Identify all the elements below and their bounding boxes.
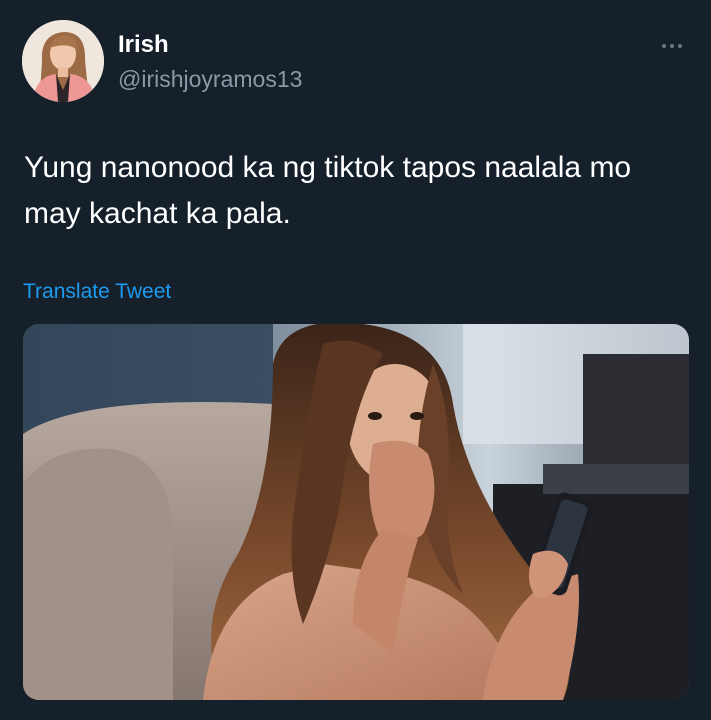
more-horizontal-icon <box>662 44 666 48</box>
tweet-text: Yung nanonood ka ng tiktok tapos naalala… <box>24 151 632 230</box>
media-photo <box>23 324 689 700</box>
user-handle[interactable]: @irishjoyramos13 <box>118 66 302 93</box>
more-horizontal-icon <box>678 44 682 48</box>
more-horizontal-icon <box>670 44 674 48</box>
translate-tweet-link[interactable]: Translate Tweet <box>23 280 171 304</box>
avatar[interactable] <box>22 20 104 102</box>
tweet-card: Irish @irishjoyramos13 Yung nanonood ka … <box>0 0 711 720</box>
display-name[interactable]: Irish <box>118 31 169 59</box>
avatar-image <box>22 20 104 102</box>
more-options-button[interactable] <box>652 36 692 56</box>
tweet-media-image[interactable] <box>23 324 689 700</box>
